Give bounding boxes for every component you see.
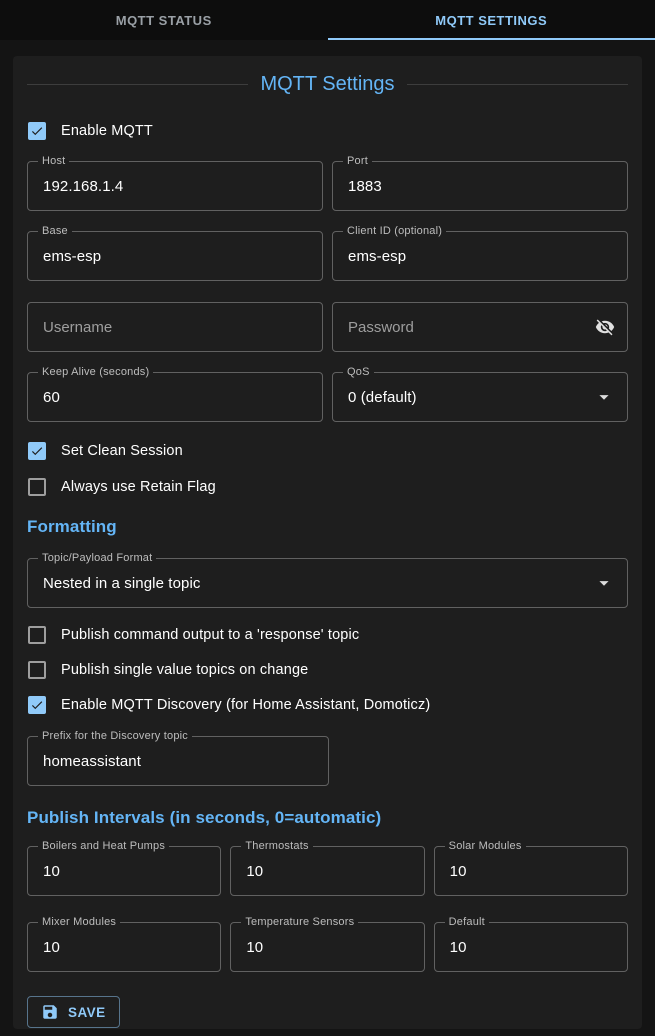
base-field-label: Base bbox=[38, 224, 72, 238]
password-field[interactable]: Password bbox=[332, 302, 628, 352]
mqtt-settings-panel: MQTT Settings Enable MQTT Host 192.168.1… bbox=[13, 56, 642, 1029]
discovery-prefix-field-value: homeassistant bbox=[28, 753, 141, 770]
tab-mqtt-status[interactable]: MQTT STATUS bbox=[0, 0, 328, 40]
port-field[interactable]: Port 1883 bbox=[332, 161, 628, 211]
divider-line bbox=[407, 84, 628, 85]
interval-temperature-label: Temperature Sensors bbox=[241, 915, 358, 929]
interval-default-label: Default bbox=[445, 915, 489, 929]
page-title-divider: MQTT Settings bbox=[27, 70, 628, 98]
save-icon bbox=[41, 1003, 59, 1021]
topic-payload-format-label: Topic/Payload Format bbox=[38, 551, 156, 565]
formatting-heading: Formatting bbox=[27, 514, 628, 540]
interval-boilers-field[interactable]: Boilers and Heat Pumps 10 bbox=[27, 846, 221, 896]
save-button[interactable]: SAVE bbox=[27, 996, 120, 1028]
interval-mixer-field[interactable]: Mixer Modules 10 bbox=[27, 922, 221, 972]
publish-intervals-heading: Publish Intervals (in seconds, 0=automat… bbox=[27, 805, 628, 831]
topic-payload-format-select[interactable]: Topic/Payload Format Nested in a single … bbox=[27, 558, 628, 608]
qos-select[interactable]: QoS 0 (default) bbox=[332, 372, 628, 422]
visibility-off-icon bbox=[595, 317, 615, 337]
port-field-value: 1883 bbox=[333, 178, 382, 195]
username-field[interactable]: Username bbox=[27, 302, 323, 352]
checkbox-label: Publish command output to a 'response' t… bbox=[61, 627, 359, 643]
tab-mqtt-status-label: MQTT STATUS bbox=[116, 13, 212, 28]
interval-thermostats-label: Thermostats bbox=[241, 839, 312, 853]
client-id-field[interactable]: Client ID (optional) ems-esp bbox=[332, 231, 628, 281]
checkbox-retain-flag[interactable]: Always use Retain Flag bbox=[27, 477, 628, 497]
keep-alive-field-label: Keep Alive (seconds) bbox=[38, 365, 153, 379]
checkbox-icon bbox=[28, 696, 46, 714]
checkbox-label: Enable MQTT bbox=[61, 123, 153, 139]
interval-boilers-value: 10 bbox=[28, 863, 60, 880]
interval-solar-field[interactable]: Solar Modules 10 bbox=[434, 846, 628, 896]
checkbox-label: Set Clean Session bbox=[61, 443, 183, 459]
checkbox-label: Always use Retain Flag bbox=[61, 479, 216, 495]
checkbox-publish-single-value[interactable]: Publish single value topics on change bbox=[27, 660, 628, 680]
discovery-prefix-field-label: Prefix for the Discovery topic bbox=[38, 729, 192, 743]
divider-line bbox=[27, 84, 248, 85]
username-field-placeholder: Username bbox=[28, 319, 112, 336]
interval-temperature-field[interactable]: Temperature Sensors 10 bbox=[230, 922, 424, 972]
port-field-label: Port bbox=[343, 154, 372, 168]
interval-solar-label: Solar Modules bbox=[445, 839, 526, 853]
discovery-prefix-field[interactable]: Prefix for the Discovery topic homeassis… bbox=[27, 736, 329, 786]
topic-payload-format-value: Nested in a single topic bbox=[28, 575, 201, 592]
tab-mqtt-settings-label: MQTT SETTINGS bbox=[435, 13, 547, 28]
client-id-field-label: Client ID (optional) bbox=[343, 224, 446, 238]
host-field-value: 192.168.1.4 bbox=[28, 178, 123, 195]
base-field[interactable]: Base ems-esp bbox=[27, 231, 323, 281]
keep-alive-field-value: 60 bbox=[28, 389, 60, 406]
tab-mqtt-settings[interactable]: MQTT SETTINGS bbox=[328, 0, 655, 40]
dropdown-arrow-icon bbox=[593, 572, 615, 594]
checkbox-icon bbox=[28, 478, 46, 496]
interval-mixer-label: Mixer Modules bbox=[38, 915, 120, 929]
checkbox-clean-session[interactable]: Set Clean Session bbox=[27, 441, 628, 461]
checkbox-label: Enable MQTT Discovery (for Home Assistan… bbox=[61, 697, 430, 713]
password-field-placeholder: Password bbox=[333, 319, 414, 336]
keep-alive-field[interactable]: Keep Alive (seconds) 60 bbox=[27, 372, 323, 422]
host-field[interactable]: Host 192.168.1.4 bbox=[27, 161, 323, 211]
checkbox-publish-response[interactable]: Publish command output to a 'response' t… bbox=[27, 625, 628, 645]
checkbox-enable-mqtt[interactable]: Enable MQTT bbox=[27, 121, 628, 141]
dropdown-arrow-icon bbox=[593, 386, 615, 408]
tab-bar: MQTT STATUS MQTT SETTINGS bbox=[0, 0, 655, 40]
interval-mixer-value: 10 bbox=[28, 939, 60, 956]
qos-select-label: QoS bbox=[343, 365, 374, 379]
qos-select-value: 0 (default) bbox=[333, 389, 417, 406]
checkbox-enable-discovery[interactable]: Enable MQTT Discovery (for Home Assistan… bbox=[27, 695, 628, 715]
checkbox-icon bbox=[28, 122, 46, 140]
interval-thermostats-value: 10 bbox=[231, 863, 263, 880]
interval-solar-value: 10 bbox=[435, 863, 467, 880]
active-tab-indicator bbox=[328, 38, 655, 40]
checkbox-icon bbox=[28, 661, 46, 679]
check-icon bbox=[30, 698, 44, 712]
interval-thermostats-field[interactable]: Thermostats 10 bbox=[230, 846, 424, 896]
checkbox-label: Publish single value topics on change bbox=[61, 662, 308, 678]
interval-temperature-value: 10 bbox=[231, 939, 263, 956]
interval-default-field[interactable]: Default 10 bbox=[434, 922, 628, 972]
save-button-label: SAVE bbox=[68, 1005, 106, 1020]
base-field-value: ems-esp bbox=[28, 248, 101, 265]
checkbox-icon bbox=[28, 626, 46, 644]
host-field-label: Host bbox=[38, 154, 69, 168]
interval-default-value: 10 bbox=[435, 939, 467, 956]
page-title: MQTT Settings bbox=[248, 73, 406, 96]
check-icon bbox=[30, 444, 44, 458]
toggle-password-visibility-button[interactable] bbox=[595, 317, 615, 337]
checkbox-icon bbox=[28, 442, 46, 460]
interval-boilers-label: Boilers and Heat Pumps bbox=[38, 839, 169, 853]
check-icon bbox=[30, 124, 44, 138]
client-id-field-value: ems-esp bbox=[333, 248, 406, 265]
